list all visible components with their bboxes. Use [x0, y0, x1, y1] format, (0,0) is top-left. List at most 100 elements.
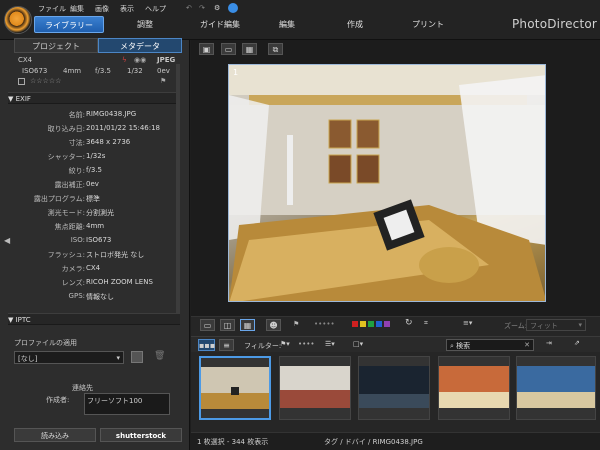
label-red-swatch[interactable] [352, 321, 358, 327]
tab-print[interactable]: プリント [408, 16, 448, 33]
import-button[interactable]: 読み込み [14, 428, 96, 442]
label-green-swatch[interactable] [368, 321, 374, 327]
tab-create[interactable]: 作成 [340, 16, 370, 33]
thumbnail-view-icon[interactable]: ▪▪▪ [198, 339, 215, 351]
exif-label: カメラ: [61, 265, 85, 273]
label-yellow-swatch[interactable] [360, 321, 366, 327]
face-tag-icon[interactable]: ☻ [266, 319, 281, 331]
menu-file[interactable]: ファイル [38, 4, 66, 14]
exif-row: 露出補正: 0ev [0, 180, 180, 192]
rating-dots-icon[interactable]: ••••• [314, 320, 335, 328]
exif-value: 3648 x 2736 [86, 138, 131, 146]
exif-label: 寸法: [68, 139, 85, 147]
exif-value: f/3.5 [86, 166, 102, 174]
exif-label: 名前: [68, 111, 85, 119]
file-path: タグ / ドバイ / RIMG0438.JPG [324, 438, 423, 446]
settings-icon[interactable]: ⚙ [214, 4, 220, 12]
undo-icon[interactable]: ↶ [186, 4, 192, 12]
profile-label: プロファイルの適用 [14, 339, 77, 347]
shutterstock-button[interactable]: shutterstock [100, 428, 182, 442]
layout-single-icon[interactable]: ▭ [200, 319, 215, 331]
exif-label: レンズ: [61, 279, 85, 287]
thumbnail-image [439, 366, 509, 408]
select-icon[interactable]: □▾ [353, 340, 363, 348]
export-icon[interactable]: ⇗ [574, 339, 580, 347]
chevron-down-icon: ▾ [578, 321, 582, 329]
menu-view[interactable]: 表示 [120, 4, 134, 14]
app-logo-icon [4, 6, 32, 34]
crop-icon[interactable]: ⌗ [424, 319, 428, 328]
exif-row: 焦点距離: 4mm [0, 222, 180, 234]
select-checkbox[interactable] [18, 78, 25, 85]
view-single-icon[interactable]: ▭ [221, 43, 236, 55]
compare-icon[interactable]: ⧉ [268, 43, 283, 55]
menu-image[interactable]: 画像 [95, 4, 109, 14]
exif-value: RICOH ZOOM LENS [86, 278, 153, 286]
exif-label: 焦点距離: [54, 223, 85, 231]
list-view-icon[interactable]: ≡ [219, 339, 234, 351]
menu-help[interactable]: ヘルプ [145, 4, 166, 14]
chevron-down-icon: ▾ [116, 354, 120, 362]
clear-icon[interactable]: ✕ [524, 341, 530, 349]
exif-row: 名前: RIMG0438.JPG [0, 110, 180, 122]
zoom-dropdown[interactable]: フィット ▾ [526, 319, 586, 331]
tab-guided-edit[interactable]: ガイド編集 [190, 16, 250, 33]
file-format: JPEG [157, 56, 176, 64]
top-bar: ファイル 編集 画像 表示 ヘルプ ↶ ↷ ⚙ ライブラリー 調整 ガイド編集 … [0, 0, 600, 40]
tab-edit[interactable]: 編集 [272, 16, 302, 33]
exif-label: ISO: [70, 236, 85, 244]
exif-label: 取り込み日: [47, 125, 85, 133]
exif-row: 取り込み日: 2011/01/22 15:46:18 [0, 124, 180, 136]
layout-dual-icon[interactable]: ◫ [220, 319, 235, 331]
thumbnail-4[interactable] [438, 356, 510, 420]
exif-value: 2011/01/22 15:46:18 [86, 124, 161, 132]
author-field[interactable]: フリーソフト100 [84, 393, 170, 415]
contact-header: 連絡先 [72, 384, 93, 392]
thumbnail-image [201, 367, 269, 409]
exif-value: CX4 [86, 264, 101, 272]
label-blue-swatch[interactable] [376, 321, 382, 327]
view-browser-icon[interactable]: ▣ [199, 43, 214, 55]
thumbnail-image [517, 366, 595, 408]
exif-row: 測光モード: 分割測光 [0, 208, 180, 220]
flag-icon[interactable]: ⚑ [160, 77, 166, 85]
exif-label: 露出プログラム: [33, 195, 85, 203]
redo-icon[interactable]: ↷ [199, 4, 205, 12]
exif-row: 絞り: f/3.5 [0, 166, 180, 178]
import-arrow-icon[interactable]: ⇥ [546, 339, 552, 347]
rating-stars-icon[interactable]: ☆☆☆☆☆ [30, 77, 61, 85]
profile-dropdown[interactable]: [なし] ▾ [14, 351, 124, 364]
tab-library[interactable]: ライブラリー [34, 16, 104, 33]
sort-icon[interactable]: ≡▾ [463, 319, 472, 327]
main-photo[interactable]: 1 [228, 64, 546, 302]
thumbnail-image [280, 366, 350, 408]
thumbnail-3[interactable] [358, 356, 430, 420]
thumbnail-5[interactable] [516, 356, 596, 420]
view-grid-icon[interactable]: ▦ [242, 43, 257, 55]
thumbnail-1[interactable] [199, 356, 271, 420]
rotate-icon[interactable]: ↻ [405, 318, 413, 328]
author-value: フリーソフト100 [87, 397, 143, 405]
trash-icon[interactable]: 🗑 [154, 351, 165, 361]
tab-adjust[interactable]: 調整 [125, 16, 165, 33]
tag-filter-icon[interactable]: ⚑▾ [280, 340, 290, 348]
flash-icon: ϟ [122, 56, 127, 64]
more-filter-icon[interactable]: •••• [298, 340, 315, 348]
account-icon[interactable] [228, 3, 238, 13]
camera-iso: ISO673 [22, 67, 48, 75]
search-input[interactable]: ⌕ 検索 ✕ [446, 339, 534, 351]
label-purple-swatch[interactable] [384, 321, 390, 327]
flag-filter-icon[interactable]: ⚑ [293, 320, 299, 328]
save-profile-icon[interactable] [131, 351, 143, 363]
layout-multi-icon[interactable]: ▦ [240, 319, 255, 331]
tab-project[interactable]: プロジェクト [14, 38, 98, 53]
photo-index: 1 [233, 68, 239, 77]
tab-metadata[interactable]: メタデータ [98, 38, 182, 53]
iptc-section-header[interactable]: ▼ IPTC [8, 313, 180, 325]
thumbnail-2[interactable] [279, 356, 351, 420]
menu-edit[interactable]: 編集 [70, 4, 84, 14]
exif-section-header[interactable]: ▼ EXIF [8, 92, 180, 104]
collapse-arrow-icon: ▼ [8, 95, 16, 103]
panel-scrollbar[interactable] [176, 64, 180, 314]
sort-order-icon[interactable]: ☰▾ [325, 340, 335, 348]
